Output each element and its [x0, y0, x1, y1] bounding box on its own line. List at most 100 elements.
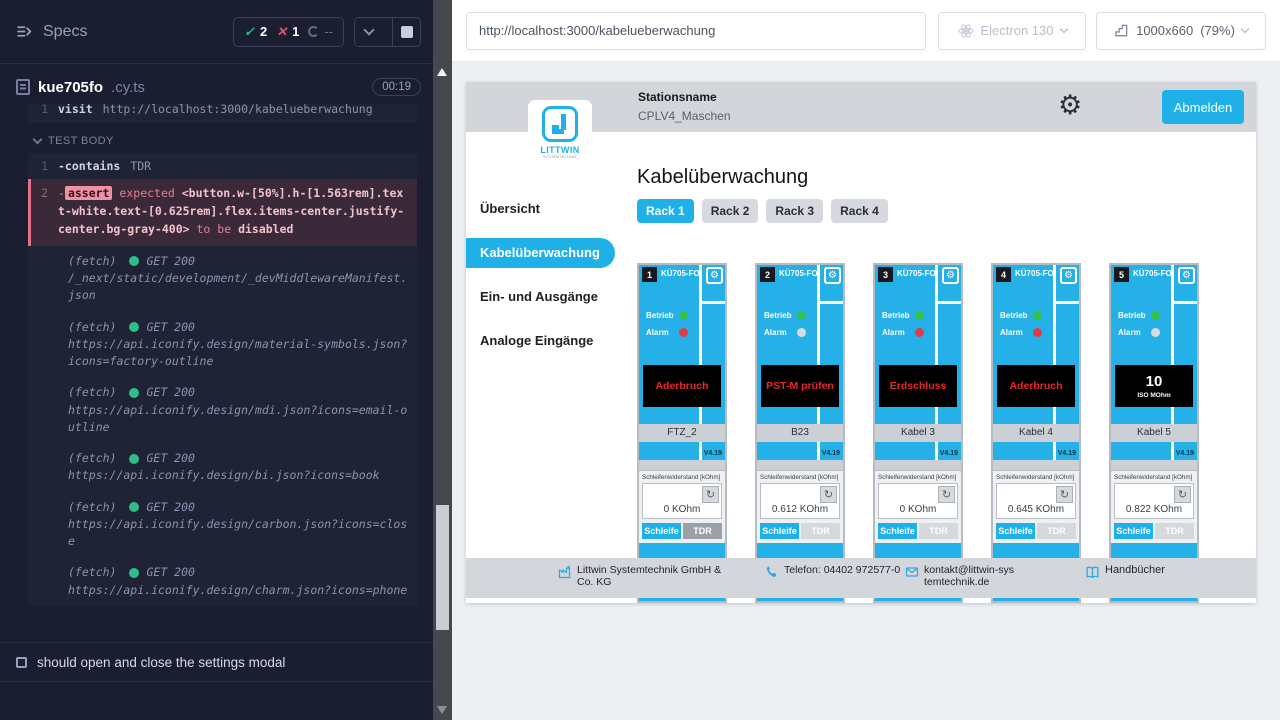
viewport-size-select[interactable]: 1000x660 (79%) [1096, 12, 1266, 50]
tdr-button[interactable]: TDR [919, 523, 958, 539]
network-log-entry[interactable]: (fetch)GET 200 https://api.iconify.desig… [28, 557, 417, 606]
network-log-entry[interactable]: (fetch)GET 200 https://api.iconify.desig… [28, 312, 417, 378]
card-number: 2 [760, 267, 775, 282]
card-number: 5 [1114, 267, 1129, 282]
sidebar-item-uebersicht[interactable]: Übersicht [466, 194, 621, 224]
schleife-button[interactable]: Schleife [996, 523, 1035, 539]
specs-toggle[interactable]: Specs [16, 23, 87, 41]
card-gear-icon[interactable]: ⚙ [1060, 267, 1077, 284]
square-outline-icon [16, 657, 27, 668]
cable-name: Kabel 3 [875, 424, 961, 442]
tdr-button[interactable]: TDR [1037, 523, 1076, 539]
cable-name: Kabel 4 [993, 424, 1079, 442]
pending-test-row[interactable]: should open and close the settings modal [0, 642, 433, 682]
card-gear-icon[interactable]: ⚙ [706, 267, 723, 284]
command-row-visit[interactable]: 1 visit http://localhost:3000/kabelueber… [28, 104, 417, 123]
sidebar-item-analoge-eingaenge[interactable]: Analoge Eingänge [466, 326, 621, 356]
station-label: Stationsname [638, 90, 731, 104]
url-input[interactable] [466, 12, 926, 50]
card-model: KÜ705-FO [779, 269, 818, 278]
loop-resistance-value: 0.645 KOhm [997, 504, 1075, 515]
assert-error-row[interactable]: 2 -assert expected <button.w-[50%].h-[1.… [28, 179, 417, 245]
command-row-contains[interactable]: 1 -contains TDR [28, 153, 417, 180]
assert-badge: assert [65, 186, 113, 200]
scrollbar-thumb[interactable] [436, 505, 449, 630]
littwin-logo: LITTWIN SYSTEMTECHNIK [528, 100, 592, 176]
refresh-icon[interactable]: ↻ [820, 486, 837, 503]
chevron-down-icon [1241, 25, 1249, 33]
settings-gear-icon[interactable]: ⚙ [1058, 88, 1082, 123]
card-gear-icon[interactable]: ⚙ [942, 267, 959, 284]
stop-button[interactable] [392, 18, 420, 46]
sidebar-item-kabelueberwachung[interactable]: Kabelüberwachung [466, 238, 615, 268]
status-display: 10 ISO MOhm [1115, 365, 1193, 407]
factory-icon [558, 565, 572, 579]
schleife-button[interactable]: Schleife [878, 523, 917, 539]
refresh-icon[interactable]: ↻ [1056, 486, 1073, 503]
refresh-icon[interactable]: ↻ [938, 486, 955, 503]
tab-rack-4[interactable]: Rack 4 [831, 199, 888, 223]
card-model: KÜ705-FO [1015, 269, 1054, 278]
run-controls [354, 17, 421, 47]
card-number: 3 [878, 267, 893, 282]
alarm-led [915, 328, 924, 337]
test-body-header[interactable]: TEST BODY [28, 123, 417, 153]
card-model: KÜ705-FO [897, 269, 936, 278]
logout-button[interactable]: Abmelden [1162, 90, 1244, 124]
card-gear-icon[interactable]: ⚙ [1178, 267, 1195, 284]
cypress-reporter: Specs ✓2 ✕1 -- kue705fo .cy.ts 00:19 [0, 0, 433, 720]
tab-rack-3[interactable]: Rack 3 [766, 199, 823, 223]
tdr-button[interactable]: TDR [801, 523, 840, 539]
network-log-entry[interactable]: (fetch)GET 200 https://api.iconify.desig… [28, 443, 417, 492]
betrieb-led [1033, 311, 1042, 320]
tab-rack-2[interactable]: Rack 2 [702, 199, 759, 223]
firmware-version: V4.19 [704, 450, 722, 457]
success-dot-icon [129, 256, 139, 266]
failed-count: ✕1 [276, 24, 299, 40]
schleife-button[interactable]: Schleife [1114, 523, 1153, 539]
alarm-led [1033, 328, 1042, 337]
browser-select[interactable]: Electron 130 [938, 12, 1086, 50]
refresh-icon[interactable]: ↻ [702, 486, 719, 503]
betrieb-led [915, 311, 924, 320]
app-header: LITTWIN SYSTEMTECHNIK Stationsname CPLV4… [466, 82, 1256, 132]
browser-toolbar: Electron 130 1000x660 (79%) [452, 0, 1280, 62]
app-sidebar: Übersicht Kabelüberwachung Ein- und Ausg… [466, 132, 621, 603]
sidebar-item-ein-und-ausgaenge[interactable]: Ein- und Ausgänge [466, 282, 621, 312]
footer-phone: Telefon: 04402 972577-0 [765, 564, 905, 598]
page-title: Kabelüberwachung [637, 166, 1256, 189]
zoom-percent: (79%) [1200, 23, 1235, 38]
pending-count: -- [308, 24, 333, 39]
refresh-icon[interactable]: ↻ [1174, 486, 1191, 503]
device-card-2: 2 KÜ705-FO ⚙ Betrieb Alarm PST-M prüfen … [755, 263, 845, 603]
app-under-test-area: LITTWIN SYSTEMTECHNIK Stationsname CPLV4… [452, 62, 1280, 720]
network-log-entry[interactable]: (fetch)GET 200 https://api.iconify.desig… [28, 377, 417, 443]
card-number: 4 [996, 267, 1011, 282]
spec-file-row[interactable]: kue705fo .cy.ts 00:19 [0, 64, 433, 104]
rack-tabs: Rack 1 Rack 2 Rack 3 Rack 4 [637, 199, 1256, 223]
firmware-version: V4.19 [1058, 450, 1076, 457]
ruler-icon [1114, 23, 1129, 38]
tdr-button[interactable]: TDR [1155, 523, 1194, 539]
card-gear-icon[interactable]: ⚙ [824, 267, 841, 284]
spec-duration: 00:19 [372, 78, 421, 96]
collapse-button[interactable] [355, 18, 383, 46]
tdr-button[interactable]: TDR [683, 523, 722, 539]
scroll-up-arrow-icon[interactable] [437, 68, 447, 76]
success-dot-icon [129, 322, 139, 332]
envelope-icon [905, 565, 919, 579]
loop-resistance-module: Schleifenwiderstand [kOhm] ↻ 0.645 KOhm … [993, 470, 1079, 543]
tab-rack-1[interactable]: Rack 1 [637, 199, 694, 223]
network-log-entry[interactable]: (fetch)GET 200 /_next/static/development… [28, 246, 417, 312]
app-viewport: LITTWIN SYSTEMTECHNIK Stationsname CPLV4… [466, 82, 1256, 603]
scroll-down-arrow-icon[interactable] [437, 706, 447, 714]
loop-resistance-module: Schleifenwiderstand [kOhm] ↻ 0.612 KOhm … [757, 470, 843, 543]
network-log-entry[interactable]: (fetch)GET 200 https://api.iconify.desig… [28, 492, 417, 558]
schleife-button[interactable]: Schleife [760, 523, 799, 539]
reporter-scrollbar[interactable] [433, 0, 452, 720]
footer-company: Littwin Systemtechnik GmbH & Co. KG [558, 564, 765, 598]
cable-name: Kabel 5 [1111, 424, 1197, 442]
schleife-button[interactable]: Schleife [642, 523, 681, 539]
footer-manuals-link[interactable]: Handbücher [1085, 564, 1165, 598]
book-icon [1085, 565, 1100, 580]
